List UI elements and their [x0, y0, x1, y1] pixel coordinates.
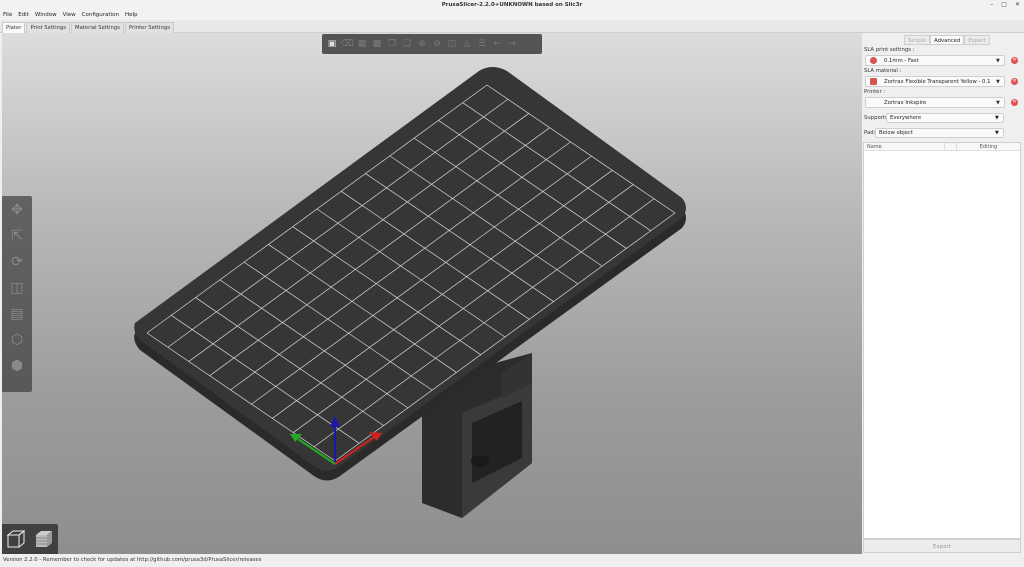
- remove-material-icon[interactable]: ✕: [1011, 78, 1018, 85]
- menu-bar: File Edit Window View Configuration Help: [0, 10, 1024, 20]
- pad-label: Pad:: [864, 130, 876, 136]
- print-settings-combo[interactable]: 0.1mm - Fast ▼: [865, 55, 1005, 66]
- print-settings-label: SLA print settings :: [864, 47, 915, 53]
- 3d-scene: [134, 67, 686, 518]
- move-icon[interactable]: ✥: [7, 200, 27, 220]
- printer-combo[interactable]: Zortrax Inkspire ▼: [865, 97, 1005, 108]
- mode-advanced[interactable]: Advanced: [930, 35, 965, 45]
- preview-icon[interactable]: [33, 528, 55, 550]
- delete-icon[interactable]: ⌫: [341, 38, 354, 50]
- tab-plater[interactable]: Plater: [2, 22, 26, 33]
- tab-printer-settings[interactable]: Printer Settings: [124, 22, 174, 33]
- menu-edit[interactable]: Edit: [18, 10, 29, 20]
- material-combo[interactable]: Zortrax Flexible Transparent Yellow - 0.…: [865, 76, 1005, 87]
- printer-label: Printer :: [864, 89, 886, 95]
- maximize-button[interactable]: □: [1001, 0, 1007, 10]
- 3d-viewport[interactable]: ▣ ⌫ ▦ ▩ ❐ ❏ ⊕ ⊖ ◫ ◬ ☰ ← → ✥ ⇱ ⟳ ◫ ▤ ⬡ ⬢: [2, 33, 862, 554]
- pad-combo[interactable]: Below object ▼: [875, 128, 1004, 138]
- column-editing[interactable]: Editing: [956, 143, 1020, 150]
- delete-all-icon[interactable]: ▦: [356, 38, 368, 50]
- status-bar: Version 2.2.0 - Remember to check for up…: [0, 554, 1024, 567]
- tab-material-settings[interactable]: Material Settings: [71, 22, 124, 33]
- preset-status-icon: [870, 57, 877, 64]
- undo-icon[interactable]: ←: [491, 38, 503, 50]
- top-toolbar: ▣ ⌫ ▦ ▩ ❐ ❏ ⊕ ⊖ ◫ ◬ ☰ ← →: [322, 34, 542, 54]
- place-on-face-icon[interactable]: ◫: [7, 278, 27, 298]
- rotate-icon[interactable]: ⟳: [7, 252, 27, 272]
- window-controls: – □ ✕: [990, 0, 1020, 10]
- cut-icon[interactable]: ▤: [7, 304, 27, 324]
- window-title: PrusaSlicer-2.2.0+UNKNOWN based on Slic3…: [0, 0, 1024, 10]
- split-objects-icon[interactable]: ◫: [446, 38, 458, 50]
- mode-selector: Simple Advanced Expert: [904, 35, 990, 45]
- view-toggle: [2, 524, 58, 554]
- add-instance-icon[interactable]: ⊕: [416, 38, 428, 50]
- menu-file[interactable]: File: [3, 10, 12, 20]
- paste-icon[interactable]: ❏: [401, 38, 413, 50]
- arrange-icon[interactable]: ▩: [371, 38, 383, 50]
- column-extra[interactable]: [944, 143, 956, 150]
- object-list-header: Name Editing: [864, 143, 1020, 151]
- 3d-view-icon[interactable]: [5, 528, 27, 550]
- copy-icon[interactable]: ❐: [386, 38, 398, 50]
- remove-instance-icon[interactable]: ⊖: [431, 38, 443, 50]
- menu-help[interactable]: Help: [125, 10, 138, 20]
- close-button[interactable]: ✕: [1015, 0, 1020, 10]
- remove-preset-icon[interactable]: ✕: [1011, 57, 1018, 64]
- export-button[interactable]: Export: [863, 539, 1021, 553]
- scale-icon[interactable]: ⇱: [7, 226, 27, 246]
- print-bed: [134, 67, 686, 481]
- menu-configuration[interactable]: Configuration: [82, 10, 119, 20]
- gizmo-toolbar: ✥ ⇱ ⟳ ◫ ▤ ⬡ ⬢: [2, 196, 32, 392]
- tab-print-settings[interactable]: Print Settings: [26, 22, 71, 33]
- remove-printer-icon[interactable]: ✕: [1011, 99, 1018, 106]
- split-parts-icon[interactable]: ◬: [461, 38, 473, 50]
- minimize-button[interactable]: –: [990, 0, 993, 10]
- object-list[interactable]: Name Editing: [863, 142, 1021, 539]
- tab-bar: Plater Print Settings Material Settings …: [0, 20, 1024, 33]
- layers-icon[interactable]: ☰: [476, 38, 488, 50]
- supports-combo[interactable]: Everywhere ▼: [886, 113, 1004, 123]
- material-label: SLA material :: [864, 68, 902, 74]
- hollow-icon[interactable]: ⬡: [7, 330, 27, 350]
- support-points-icon[interactable]: ⬢: [7, 356, 27, 376]
- add-object-icon[interactable]: ▣: [326, 38, 338, 50]
- mode-simple[interactable]: Simple: [904, 35, 931, 45]
- menu-view[interactable]: View: [63, 10, 76, 20]
- menu-window[interactable]: Window: [35, 10, 57, 20]
- redo-icon[interactable]: →: [506, 38, 518, 50]
- sidebar: Simple Advanced Expert SLA print setting…: [862, 33, 1024, 554]
- column-name[interactable]: Name: [864, 143, 944, 150]
- mode-expert[interactable]: Expert: [964, 35, 990, 45]
- lock-icon: [870, 78, 877, 85]
